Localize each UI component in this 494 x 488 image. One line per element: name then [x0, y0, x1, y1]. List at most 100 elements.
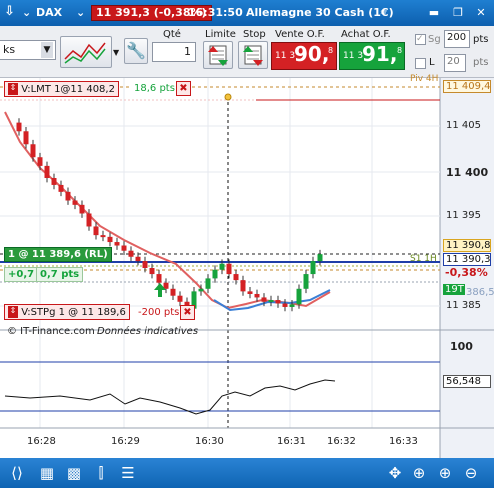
grid-icon[interactable]: ▩ — [63, 462, 85, 484]
maximize-icon[interactable]: ❐ — [450, 5, 466, 20]
candle — [212, 269, 218, 279]
zoom-out-icon[interactable]: ⊖ — [460, 462, 482, 484]
cancel-order-icon[interactable]: ✖ — [180, 305, 195, 320]
candle — [233, 274, 239, 281]
sg-checkbox[interactable]: ✓ — [415, 34, 426, 45]
x-tick: 16:28 — [27, 436, 56, 447]
candle — [296, 288, 302, 305]
l-label: L — [429, 57, 435, 68]
close-price: 11 390,3 — [443, 253, 491, 266]
cancel-order-icon[interactable]: ✖ — [176, 81, 191, 96]
sell-button[interactable]: 11 3 90, 8 — [271, 42, 337, 70]
candle — [30, 144, 36, 158]
qty-input[interactable]: 1 — [152, 42, 196, 62]
drag-icon[interactable]: ✥ — [384, 462, 406, 484]
zoom-area-icon[interactable]: ⊕ — [408, 462, 430, 484]
buy-price-decimal: 8 — [397, 46, 403, 55]
chevron-down-icon[interactable]: ▼ — [113, 48, 119, 57]
copyright-text: © IT-Finance.com — [7, 326, 95, 337]
candle — [170, 288, 176, 296]
candle — [310, 261, 316, 275]
candle — [51, 178, 57, 185]
y-tick: 11 400 — [446, 166, 489, 179]
candle — [107, 236, 113, 243]
candle — [128, 250, 134, 257]
candle — [142, 261, 148, 269]
stop-order-tag[interactable]: ⇕ V:STPg 1 @ 11 189,6 — [4, 304, 130, 320]
qty-label: Qté — [163, 29, 181, 40]
buy-button[interactable]: 11 3 91, 8 — [339, 42, 405, 70]
share-icon[interactable]: ⟨⟩ — [6, 462, 28, 484]
oscillator-value: 56,548 — [443, 375, 491, 388]
percent-change: -0,38% — [445, 266, 488, 279]
symbol-label[interactable]: DAX — [36, 6, 62, 19]
position-pts: 0,7 pts — [36, 267, 84, 282]
l-unit: pts — [473, 57, 489, 68]
buy-label: Achat O.F. — [341, 29, 391, 40]
chevron-down-icon[interactable]: ⌄ — [76, 6, 85, 19]
candle — [44, 165, 50, 179]
chevron-down-icon[interactable]: ⇩ — [4, 4, 15, 19]
drag-handle-icon[interactable]: ⇕ — [8, 306, 18, 318]
order-toolbar: ks ▼ ▼ 🔧 Qté 1 Limite Stop Vente O.F. 11… — [0, 26, 494, 78]
candle — [23, 131, 29, 145]
limit-order-button[interactable] — [203, 41, 233, 69]
stop-order-pts: -200 pts — [136, 307, 182, 318]
candle-timer: 19T — [443, 284, 465, 295]
bottom-toolbar: ⟨⟩ ▦ ▩ ⫿ ☰ ✥ ⊕ ⊕ ⊖ — [0, 458, 494, 488]
candle — [114, 242, 120, 246]
stop-order-icon — [243, 45, 263, 66]
stop-order-button[interactable] — [238, 41, 268, 69]
s1-value: 386,5 — [466, 287, 494, 298]
layout-icon[interactable]: ▦ — [36, 462, 58, 484]
candle — [289, 304, 295, 307]
limit-order-pts: 18,6 pts — [132, 83, 177, 94]
l-checkbox[interactable] — [415, 58, 426, 69]
wrench-icon[interactable]: 🔧 — [124, 38, 148, 64]
candle — [121, 245, 127, 251]
sell-price-prefix: 11 3 — [275, 51, 296, 61]
candle — [240, 280, 246, 292]
x-tick: 16:31 — [277, 436, 306, 447]
candle — [16, 122, 22, 132]
limit-label: Limite — [205, 29, 236, 40]
y-tick: 11 395 — [446, 210, 481, 221]
candle — [226, 263, 232, 275]
sg-unit: pts — [473, 34, 489, 45]
candles-icon[interactable]: ⫿ — [90, 462, 112, 484]
title-bar: ⇩ ⌄ DAX ⌄ 11 391,3 (-0,38%) 16:31:50 All… — [0, 0, 494, 26]
position-tag[interactable]: 1 @ 11 389,6 (RL) — [4, 247, 112, 262]
x-tick: 16:33 — [389, 436, 418, 447]
x-tick: 16:30 — [195, 436, 224, 447]
chart-type-button[interactable] — [60, 36, 112, 68]
candle — [261, 297, 267, 302]
candle — [247, 291, 253, 294]
drag-handle-icon[interactable]: ⇕ — [8, 83, 18, 95]
chevron-down-icon[interactable]: ⌄ — [22, 6, 31, 19]
minimize-icon[interactable]: ▬ — [426, 5, 442, 20]
y-tick: 11 405 — [446, 120, 481, 131]
pivot-label: Piv 4H — [410, 74, 439, 84]
zoom-in-icon[interactable]: ⊕ — [434, 462, 456, 484]
l-input[interactable]: 20 — [444, 54, 466, 72]
candle — [254, 293, 260, 298]
y-tick: 11 385 — [446, 300, 481, 311]
list-icon[interactable]: ☰ — [117, 462, 139, 484]
pivot-value: 11 409,4 — [443, 80, 491, 93]
chevron-down-icon[interactable]: ▼ — [41, 42, 53, 58]
stop-order-text: V:STPg 1 @ 11 189,6 — [21, 307, 126, 318]
timeframe-value: ks — [3, 43, 16, 56]
sell-price: 90, — [294, 42, 330, 66]
candle — [303, 274, 309, 289]
x-tick: 16:29 — [111, 436, 140, 447]
candle — [219, 263, 225, 270]
timeframe-select[interactable]: ks ▼ — [0, 40, 56, 60]
sg-label: Sg — [428, 34, 441, 45]
chart-icon — [64, 42, 106, 64]
sell-label: Vente O.F. — [275, 29, 325, 40]
limit-order-tag[interactable]: ⇕ V:LMT 1@11 408,2 — [4, 81, 119, 97]
close-icon[interactable]: ✕ — [473, 5, 489, 20]
chart-area[interactable]: ⇕ V:LMT 1@11 408,2 18,6 pts ✖ 1 @ 11 389… — [0, 74, 494, 488]
sg-input[interactable]: 200 — [444, 30, 470, 48]
candle — [93, 226, 99, 236]
